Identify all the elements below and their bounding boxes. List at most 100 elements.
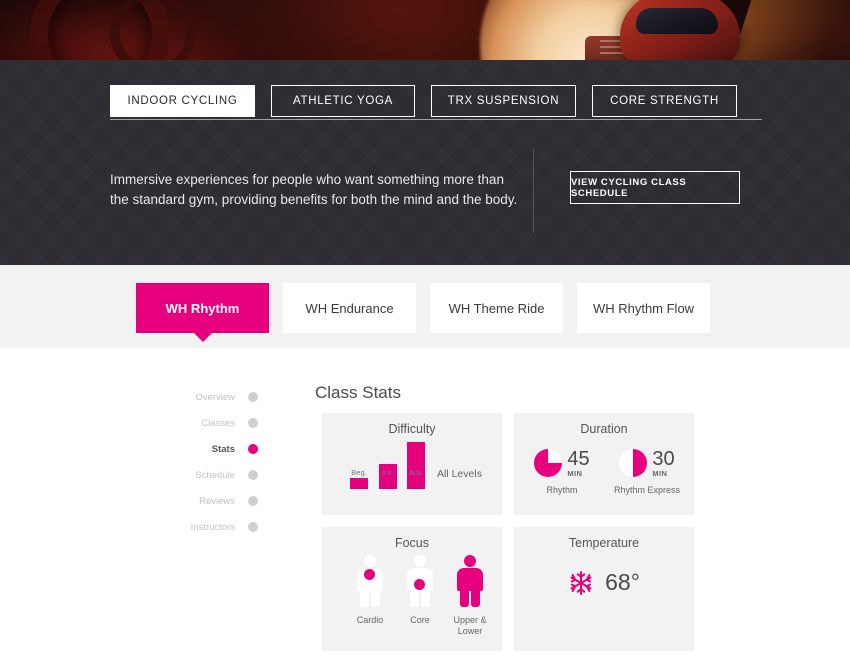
category-tab-label: TRX SUSPENSION [447, 95, 560, 107]
sidebar-item-stats[interactable]: Stats [180, 436, 258, 462]
difficulty-bar-label: Int. [382, 468, 394, 477]
category-tabs-underline [110, 119, 762, 120]
view-cycling-class-schedule-button[interactable]: VIEW CYCLING CLASS SCHEDULE [570, 171, 740, 204]
figure-highlight-dot-icon [364, 569, 375, 580]
vertical-divider [533, 148, 534, 233]
hero-vignette [0, 0, 850, 60]
sidebar-item-label: Classes [201, 417, 235, 429]
card-title: Duration [580, 422, 628, 436]
class-tab-label: WH Rhythm Flow [592, 300, 695, 316]
sidebar-dot-icon [248, 522, 258, 532]
card-title: Difficulty [388, 422, 436, 436]
difficulty-summary: All Levels [437, 468, 482, 480]
duration-caption: Rhythm Express [613, 484, 681, 495]
page-title: Class Stats [315, 383, 401, 402]
figure-head [414, 555, 426, 567]
class-tab-label: WH Rhythm [165, 300, 240, 316]
sidebar-item-label: Stats [211, 443, 235, 455]
stats-card-grid: Difficulty Beg. Int. Adv. All Levels Dur… [322, 413, 694, 651]
sidebar-dot-icon [248, 496, 258, 506]
difficulty-bar-label: Beg. [351, 468, 367, 477]
focus-caption: Core [410, 615, 430, 625]
duration-value: 45 [567, 448, 590, 470]
hero-banner [0, 0, 850, 60]
duration-value: 30 [652, 448, 675, 470]
stat-card-temperature: Temperature 68° [514, 527, 694, 651]
figure-head [464, 555, 476, 567]
duration-unit: MIN [567, 469, 583, 478]
category-tab-label: CORE STRENGTH [610, 95, 719, 107]
category-tab-core-strength[interactable]: CORE STRENGTH [592, 85, 737, 117]
figure-torso [457, 568, 483, 591]
temperature-value: 68° [605, 569, 640, 595]
sidebar-item-reviews[interactable]: Reviews [180, 488, 258, 514]
sidebar-item-overview[interactable]: Overview [180, 384, 258, 410]
hero-image [0, 0, 850, 60]
sidebar-item-label: Instructors [190, 521, 235, 533]
sidebar-dot-icon-active [248, 444, 258, 454]
category-section: INDOOR CYCLING ATHLETIC YOGA TRX SUSPENS… [0, 60, 850, 265]
category-tab-athletic-yoga[interactable]: ATHLETIC YOGA [271, 85, 415, 117]
category-tabs: INDOOR CYCLING ATHLETIC YOGA TRX SUSPENS… [110, 85, 737, 117]
focus-caption: Cardio [356, 615, 384, 625]
figure-leg-right [421, 589, 430, 607]
sidebar-item-label: Reviews [199, 495, 235, 507]
category-tab-label: ATHLETIC YOGA [292, 95, 394, 107]
snowflake-icon [570, 570, 592, 595]
focus-entry-cardio: Cardio [342, 555, 398, 626]
category-tab-trx-suspension[interactable]: TRX SUSPENSION [431, 85, 576, 117]
body-figure-icon-filled [455, 555, 485, 607]
sidebar-item-instructors[interactable]: Instructors [180, 514, 258, 540]
stat-card-duration: Duration 45 MIN Rhythm 30 MIN Rhythm Exp… [514, 413, 694, 515]
intro-text-block: Immersive experiences for people who wan… [110, 170, 520, 210]
sidebar-item-schedule[interactable]: Schedule [180, 462, 258, 488]
duration-entry-rhythm: 45 MIN Rhythm [517, 449, 607, 495]
sidebar-item-classes[interactable]: Classes [180, 410, 258, 436]
sidebar-item-label: Overview [195, 391, 235, 403]
section-side-nav: Overview Classes Stats Schedule Reviews … [180, 384, 258, 540]
sidebar-dot-icon [248, 418, 258, 428]
class-tabs: WH Rhythm WH Endurance WH Theme Ride WH … [136, 283, 724, 342]
figure-leg-right [471, 589, 480, 607]
page-root: INDOOR CYCLING ATHLETIC YOGA TRX SUSPENS… [0, 0, 850, 670]
figure-leg-left [410, 589, 419, 607]
difficulty-bar-label: Adv. [408, 468, 424, 477]
class-tab-wh-theme-ride[interactable]: WH Theme Ride [430, 283, 563, 333]
body-figure-icon [405, 555, 435, 607]
card-title: Temperature [568, 536, 640, 550]
duration-caption: Rhythm [546, 484, 578, 495]
sidebar-dot-icon [248, 392, 258, 402]
sidebar-item-label: Schedule [195, 469, 235, 481]
class-tab-wh-rhythm-flow[interactable]: WH Rhythm Flow [577, 283, 710, 333]
focus-entry-upper-lower: Upper & Lower [442, 555, 498, 637]
stat-card-difficulty: Difficulty Beg. Int. Adv. All Levels [322, 413, 502, 515]
card-title: Focus [394, 536, 430, 550]
duration-pie-icon [619, 449, 648, 478]
figure-highlight-dot-icon [414, 579, 425, 590]
class-tab-wh-endurance[interactable]: WH Endurance [283, 283, 416, 333]
class-tab-wh-rhythm[interactable]: WH Rhythm [136, 283, 269, 342]
stat-card-focus: Focus Cardio Core Upper & Lower [322, 527, 502, 651]
figure-leg-left [360, 589, 369, 607]
body-figure-icon [355, 555, 385, 607]
category-tab-label: INDOOR CYCLING [127, 95, 238, 107]
focus-caption: Upper & Lower [453, 615, 487, 636]
difficulty-bar-beginner [350, 478, 368, 489]
category-tab-indoor-cycling[interactable]: INDOOR CYCLING [110, 85, 255, 117]
sidebar-dot-icon [248, 470, 258, 480]
focus-entry-core: Core [392, 555, 448, 626]
view-cycling-class-schedule-label: VIEW CYCLING CLASS SCHEDULE [571, 176, 687, 199]
figure-head [364, 555, 376, 567]
duration-pie-icon [534, 449, 563, 478]
class-tab-label: WH Endurance [305, 300, 394, 316]
difficulty-bar-chart: Beg. Int. Adv. [350, 437, 428, 489]
duration-unit: MIN [652, 469, 668, 478]
duration-entry-rhythm-express: 30 MIN Rhythm Express [602, 449, 692, 495]
difficulty-bar-advanced [407, 442, 425, 489]
class-tab-band: WH Rhythm WH Endurance WH Theme Ride WH … [0, 265, 850, 348]
intro-description: Immersive experiences for people who wan… [110, 172, 518, 207]
class-tab-label: WH Theme Ride [448, 300, 545, 316]
main-content: Overview Classes Stats Schedule Reviews … [0, 348, 850, 670]
figure-leg-left [460, 589, 469, 607]
figure-leg-right [371, 589, 380, 607]
